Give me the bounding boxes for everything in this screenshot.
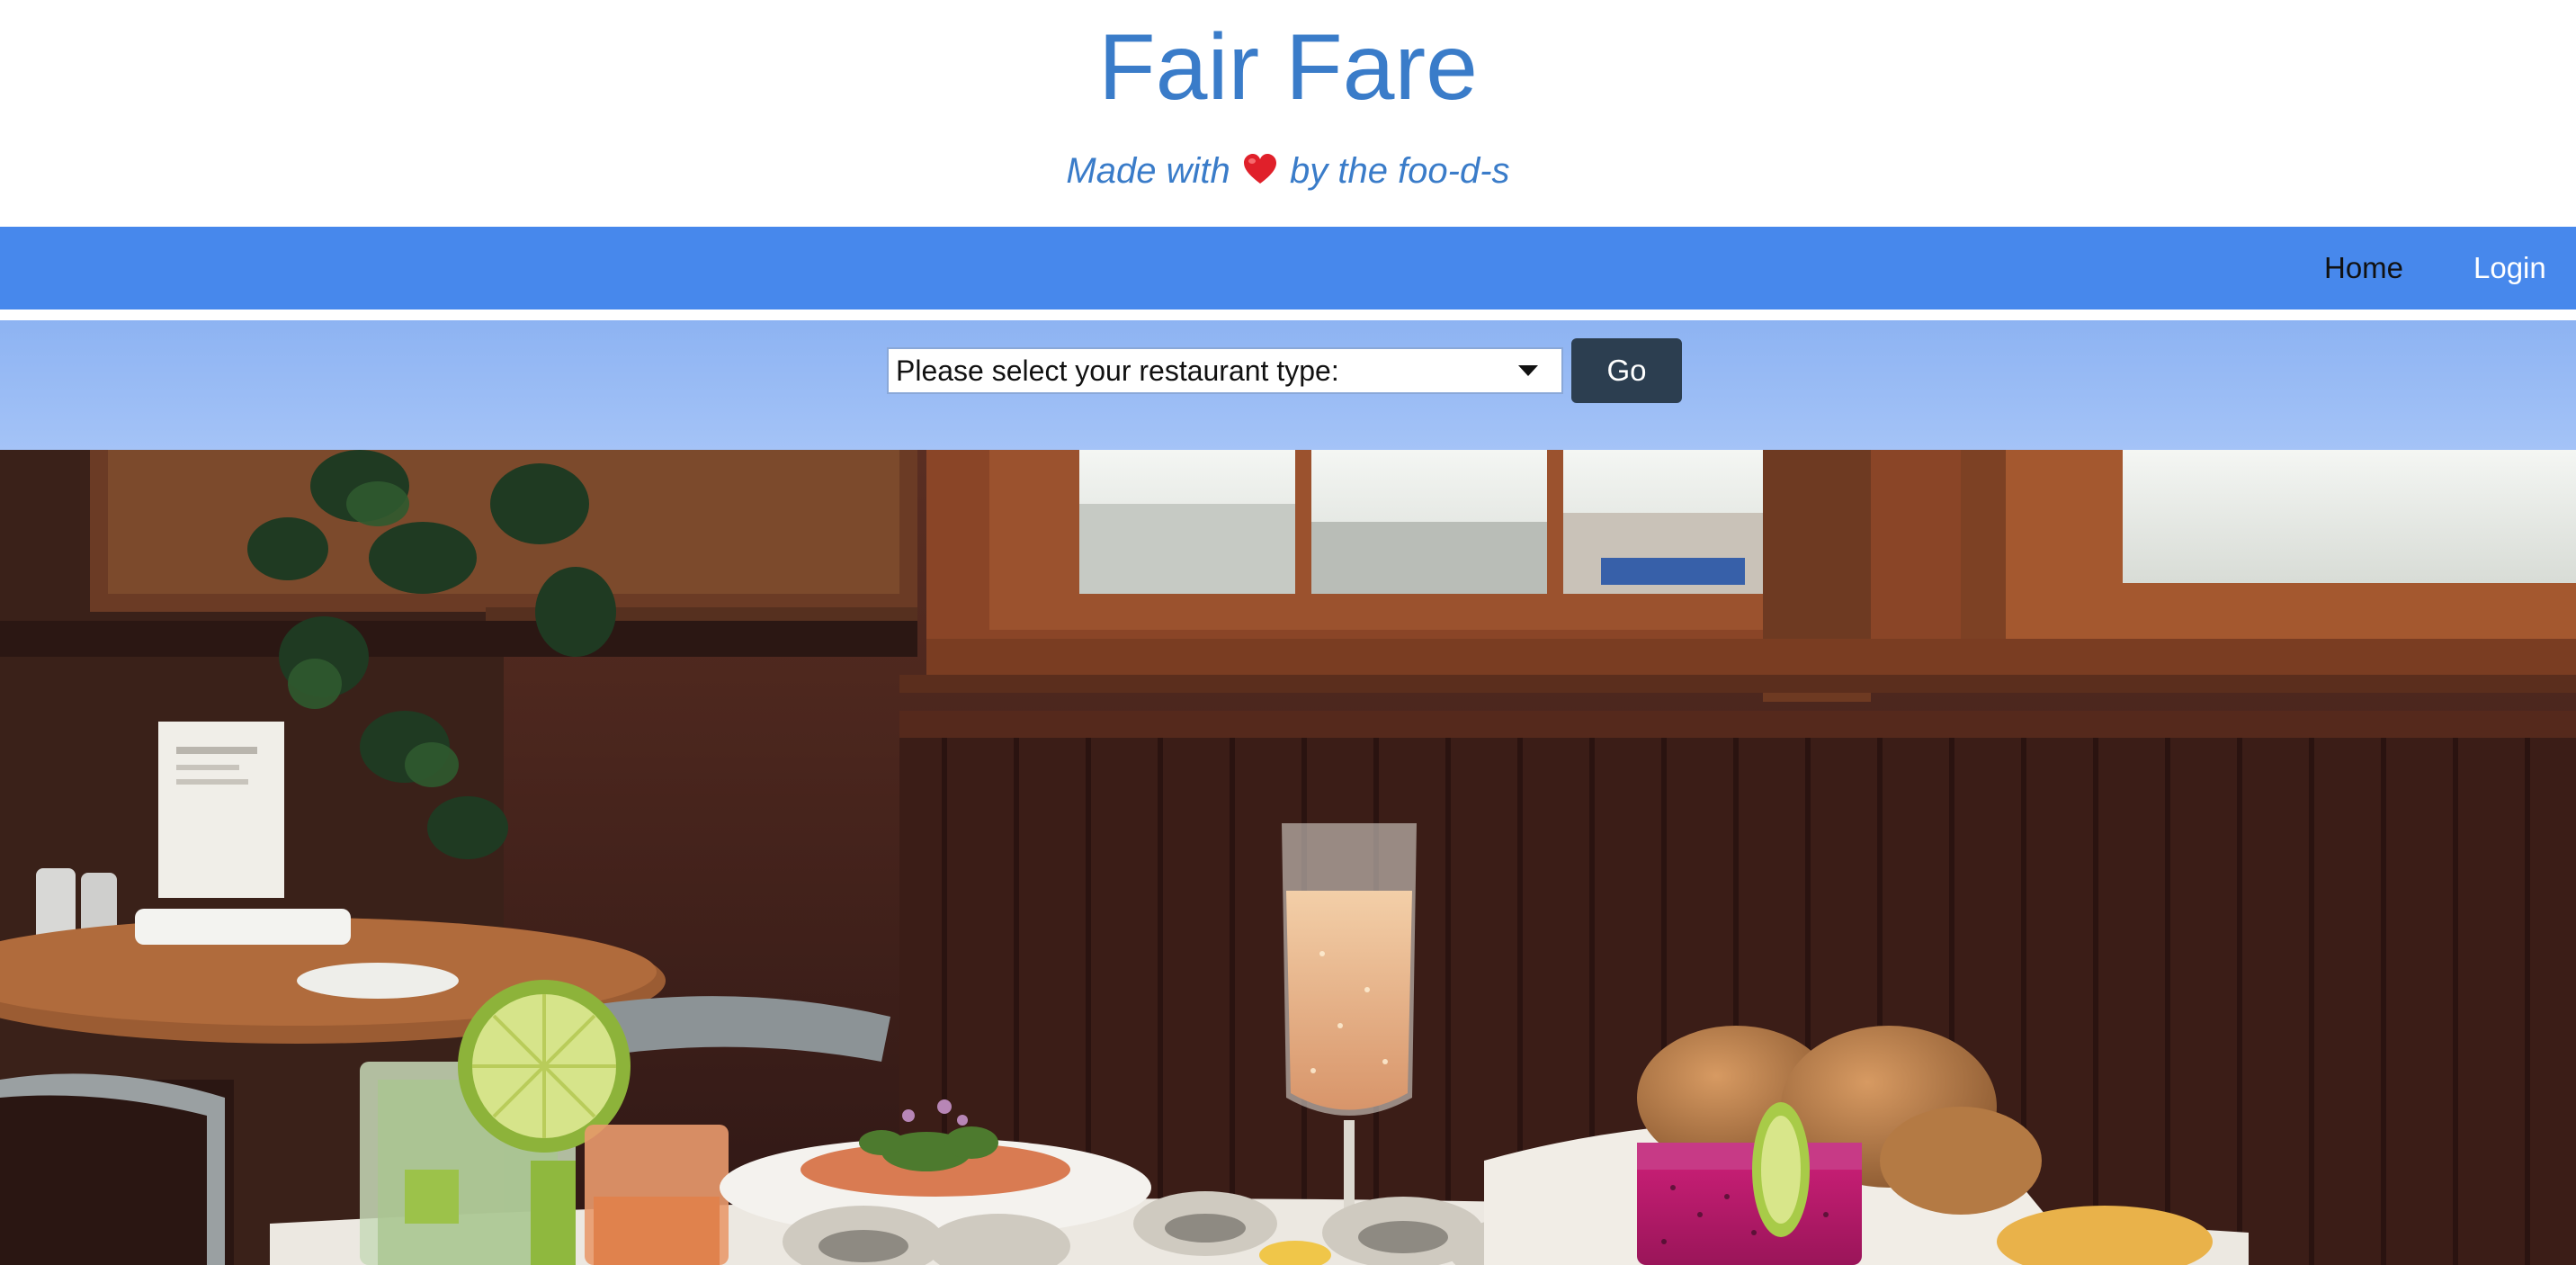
hero-image	[0, 450, 2576, 1265]
chevron-down-icon	[1518, 365, 1538, 376]
tagline-prefix: Made with	[1066, 151, 1230, 191]
restaurant-table-photo	[0, 450, 2576, 1265]
nav-home-link[interactable]: Home	[2324, 227, 2403, 310]
tagline: Made with by the foo-d-s	[0, 146, 2576, 196]
restaurant-type-select[interactable]: Please select your restaurant type:	[887, 347, 1563, 394]
navbar: Home Login	[0, 227, 2576, 310]
go-button[interactable]: Go	[1571, 338, 1682, 403]
restaurant-type-selected-value: Please select your restaurant type:	[896, 354, 1339, 387]
site-title: Fair Fare	[1098, 15, 1478, 120]
divider	[0, 310, 2576, 320]
heart-icon	[1242, 152, 1278, 188]
restaurant-search-bar: Please select your restaurant type: Go	[0, 320, 2576, 450]
nav-login-link[interactable]: Login	[2473, 227, 2546, 310]
site-header: Fair Fare Made with by the foo-d-s	[0, 0, 2576, 227]
tagline-suffix: by the foo-d-s	[1289, 151, 1510, 191]
